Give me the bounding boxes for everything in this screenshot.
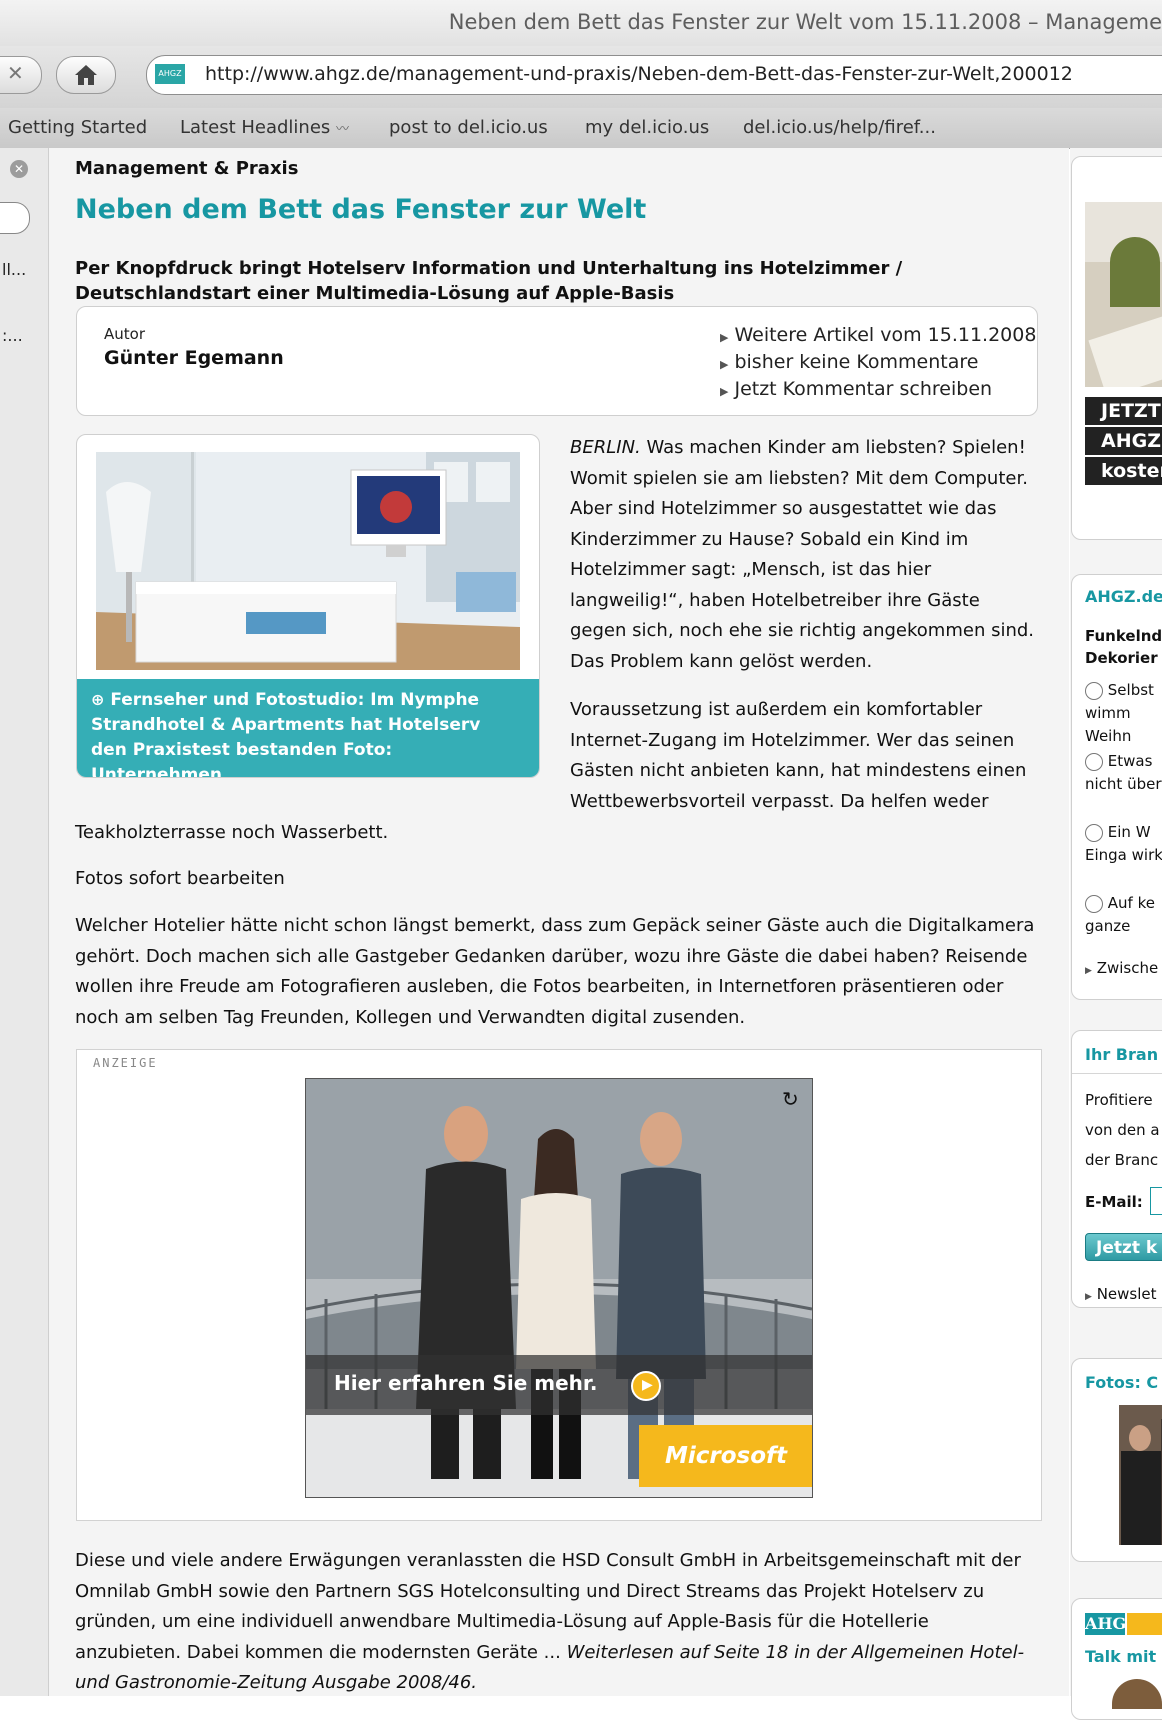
talk-title: Talk mit [1085, 1647, 1157, 1666]
link-write-comment-label: Jetzt Kommentar schreiben [734, 378, 993, 400]
ad-cta-strip[interactable]: Hier erfahren Sie mehr. ▶ [306, 1355, 812, 1415]
article-paragraph-1: BERLIN. Was machen Kinder am liebsten? S… [570, 433, 1035, 677]
poll-option-4[interactable]: Auf ke ganze [1085, 892, 1162, 938]
sidebar-search-input[interactable] [0, 202, 30, 234]
advertisement-box: ANZEIGE Hier erfahren Sie mehr. ▶ ↻ Micr… [76, 1049, 1042, 1521]
newsletter-title: Ihr Bran [1085, 1045, 1159, 1064]
article-paragraph-2: Voraussetzung ist außerdem ein komfortab… [570, 699, 1027, 812]
image-caption-text: Fernseher und Fotostudio: Im Nymphe Stra… [91, 690, 481, 778]
ahgz-logo: AHGZ [1085, 1613, 1138, 1635]
url-text: http://www.ahgz.de/management-und-praxis… [205, 63, 1073, 85]
bookmark-my-delicious[interactable]: my del.icio.us [585, 117, 709, 138]
radio-button[interactable] [1085, 681, 1103, 700]
photos-box: Fotos: C [1071, 1358, 1162, 1562]
logo-accent [1127, 1613, 1162, 1635]
poll-results-link[interactable]: ▶ Zwische [1085, 959, 1158, 977]
play-icon[interactable]: ▶ [631, 1371, 661, 1401]
browser-sidebar: ✕ ll... :... [0, 148, 49, 1696]
link-more-articles[interactable]: ▶ Weitere Artikel vom 15.11.2008 [720, 323, 1036, 350]
navigation-toolbar: ✕ AHGZ http://www.ahgz.de/management-und… [0, 46, 1162, 108]
microsoft-logo: Microsoft [665, 1443, 788, 1469]
link-more-articles-label: Weitere Artikel vom 15.11.2008 [734, 324, 1037, 346]
newsletter-submit-button[interactable]: Jetzt k [1085, 1233, 1162, 1261]
image-caption-bar: ⊕ Fernseher und Fotostudio: Im Nymphe St… [77, 679, 539, 777]
poll-option-1[interactable]: Selbst wimm Weihn [1085, 679, 1162, 748]
bookmark-getting-started[interactable]: Getting Started [8, 117, 147, 138]
photos-title: Fotos: C [1085, 1373, 1159, 1392]
email-input[interactable] [1150, 1187, 1162, 1215]
poll-question: Funkelnd Dekorier [1085, 627, 1162, 667]
poll-title: AHGZ.de [1085, 587, 1162, 606]
promo-line-3: koster [1085, 457, 1162, 485]
window-titlebar: Neben dem Bett das Fenster zur Welt vom … [0, 0, 1162, 46]
article-paragraph-2-tail: Teakholzterrasse noch Wasserbett. [75, 822, 389, 843]
promo-line-2: AHGZ [1085, 427, 1162, 455]
ad-banner[interactable]: Hier erfahren Sie mehr. ▶ ↻ Microsoft [305, 1078, 813, 1498]
article-image-box: ⊕ Fernseher und Fotostudio: Im Nymphe St… [76, 434, 540, 778]
promo-box[interactable]: JETZT AHGZ koster [1071, 156, 1162, 540]
paragraph-1-text: Was machen Kinder am liebsten? Spielen! … [570, 437, 1035, 672]
bookmark-latest-headlines-label: Latest Headlines [180, 117, 331, 138]
newsletter-text: Profitiere von den a der Branc [1085, 1091, 1160, 1169]
email-label: E-Mail: [1085, 1193, 1143, 1211]
bookmarks-toolbar: Getting Started Latest Headlines 〰 post … [0, 108, 1162, 149]
promo-line-1: JETZT [1085, 397, 1162, 425]
dateline: BERLIN. [570, 437, 641, 458]
radio-button[interactable] [1085, 894, 1103, 913]
article-paragraph-3: Welcher Hotelier hätte nicht schon längs… [75, 915, 1035, 1028]
newsletter-link[interactable]: ▶ Newslet [1085, 1285, 1157, 1303]
window-title: Neben dem Bett das Fenster zur Welt vom … [448, 10, 1162, 34]
article-meta-links: ▶ Weitere Artikel vom 15.11.2008 ▶ bisher … [720, 323, 1036, 404]
sidebar-item-2[interactable]: :... [2, 326, 23, 345]
link-comments[interactable]: ▶ bisher keine Kommentare [720, 350, 1036, 377]
hotel-room-photo[interactable] [96, 452, 520, 670]
radio-button[interactable] [1085, 823, 1103, 842]
microsoft-logo-box: Microsoft [639, 1425, 812, 1487]
triangle-right-icon: ▶ [720, 331, 729, 344]
sidebar-close-icon[interactable]: ✕ [10, 160, 28, 178]
ad-cta-text: Hier erfahren Sie mehr. [334, 1371, 598, 1395]
talk-portrait[interactable] [1112, 1679, 1162, 1709]
photo-thumbnail[interactable] [1119, 1405, 1162, 1545]
back-button[interactable]: ✕ [0, 56, 42, 94]
bookmark-delicious-help[interactable]: del.icio.us/help/firef... [743, 117, 936, 138]
close-x-icon: ✕ [7, 61, 24, 85]
section-label[interactable]: Management & Praxis [75, 158, 298, 179]
bookmark-post-delicious[interactable]: post to del.icio.us [389, 117, 548, 138]
image-caption: ⊕ Fernseher und Fotostudio: Im Nymphe St… [91, 687, 511, 778]
article-meta-box: Autor Günter Egemann ▶ Weitere Artikel vo… [76, 306, 1038, 416]
article-paragraph-4: Diese und viele andere Erwägungen veranl… [75, 1546, 1035, 1699]
author-label: Autor [104, 325, 145, 343]
replay-icon[interactable]: ↻ [782, 1087, 799, 1111]
article-title: Neben dem Bett das Fenster zur Welt [75, 194, 647, 225]
zoom-in-icon[interactable]: ⊕ [91, 690, 104, 709]
url-bar[interactable]: AHGZ http://www.ahgz.de/management-und-p… [146, 55, 1162, 95]
link-write-comment[interactable]: ▶ Jetzt Kommentar schreiben [720, 377, 1036, 404]
newsletter-link-label: Newslet [1096, 1285, 1157, 1303]
poll-box: AHGZ.de Funkelnd Dekorier Selbst wimm We… [1071, 574, 1162, 1000]
poll-results-label: Zwische [1096, 959, 1159, 977]
sidebar-item-1[interactable]: ll... [2, 260, 26, 279]
bookmark-latest-headlines[interactable]: Latest Headlines 〰 [180, 117, 349, 138]
newspaper-image [1085, 202, 1162, 387]
article-subheading: Fotos sofort bearbeiten [75, 868, 285, 889]
rss-feed-icon: 〰 [336, 122, 350, 137]
ad-label: ANZEIGE [93, 1056, 158, 1070]
article-lead: Per Knopfdruck bringt Hotelserv Informat… [75, 258, 903, 304]
newsletter-box: Ihr Bran Profitiere von den a der Branc … [1071, 1030, 1162, 1308]
radio-button[interactable] [1085, 752, 1103, 771]
triangle-right-icon: ▶ [720, 358, 729, 371]
home-icon [75, 65, 97, 85]
triangle-right-icon: ▶ [720, 385, 729, 398]
poll-option-3[interactable]: Ein W Einga wirkt [1085, 821, 1162, 867]
talk-box: AHGZ Talk mit [1071, 1598, 1162, 1720]
poll-option-2[interactable]: Etwas nicht übert [1085, 750, 1162, 796]
link-comments-label: bisher keine Kommentare [734, 351, 979, 373]
triangle-right-icon: ▶ [1085, 1292, 1092, 1302]
triangle-right-icon: ▶ [1085, 966, 1092, 976]
home-button[interactable] [56, 56, 116, 94]
author-name: Günter Egemann [104, 347, 284, 369]
site-favicon: AHGZ [155, 64, 185, 84]
